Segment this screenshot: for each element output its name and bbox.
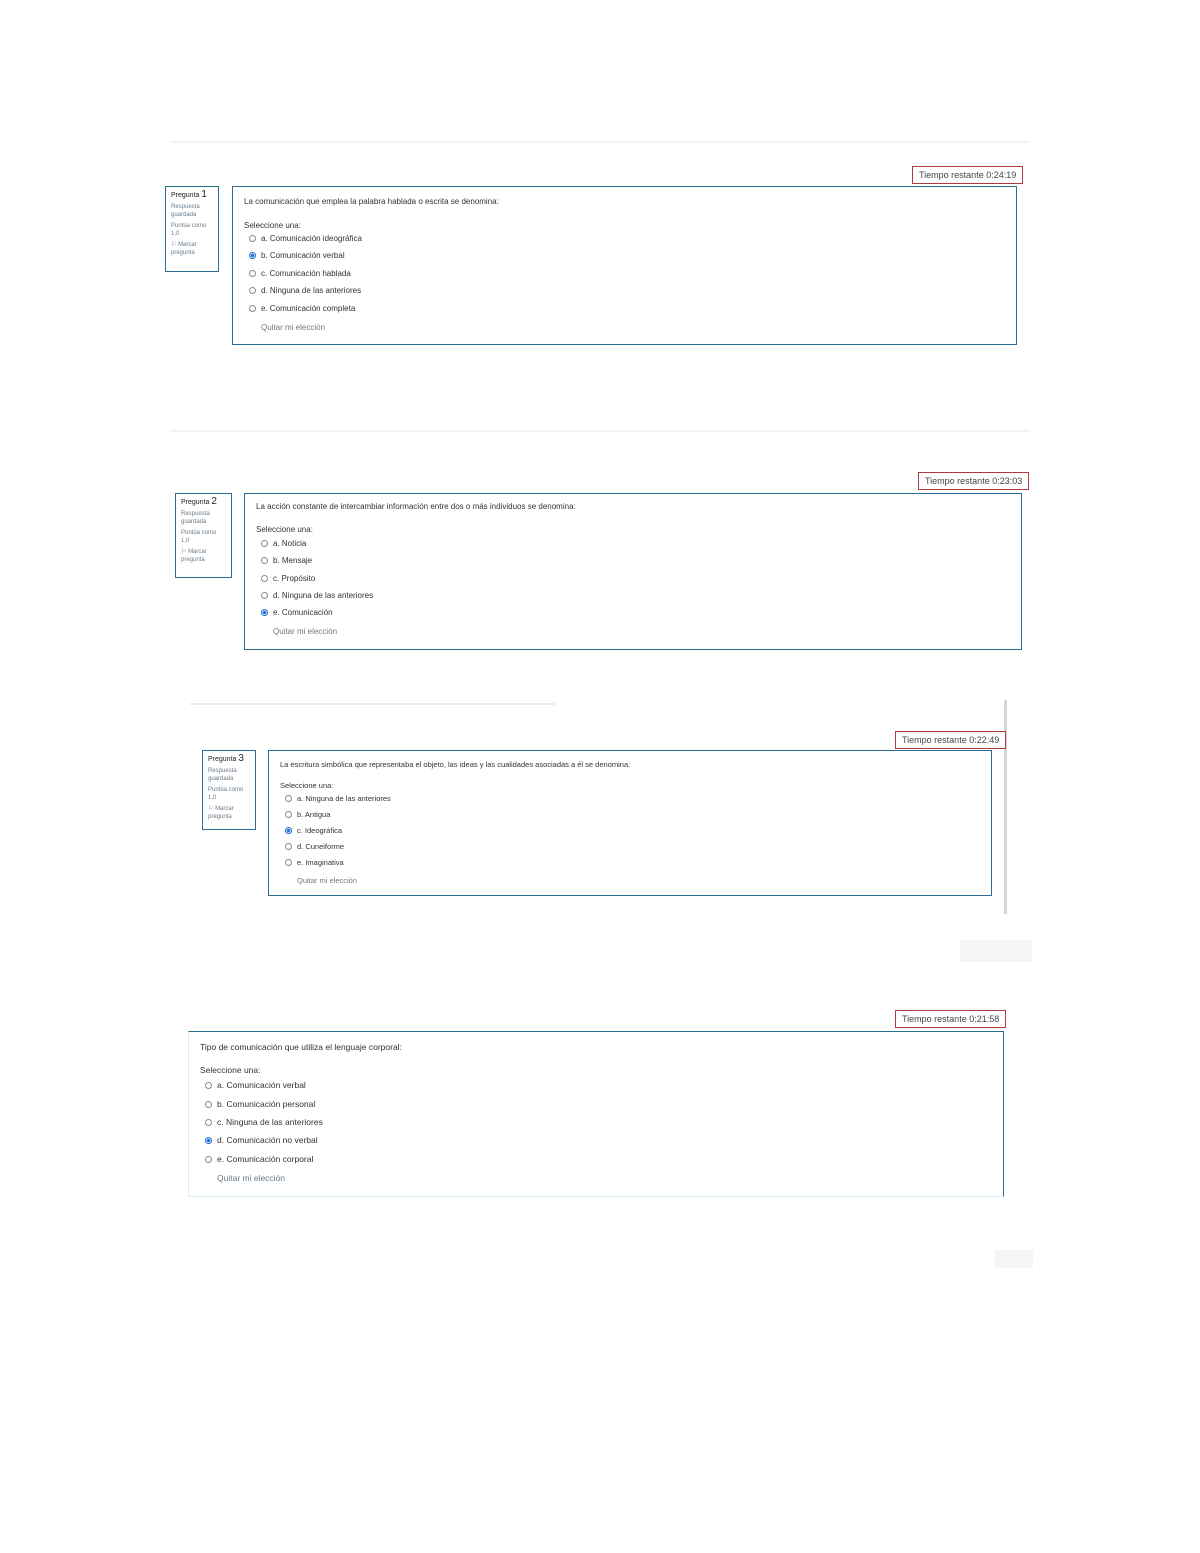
answer-option-e[interactable]: e. Comunicación <box>261 608 333 617</box>
question-info: Pregunta 1 Respuesta guardada Puntúa com… <box>165 186 219 272</box>
question-box: La comunicación que emplea la palabra ha… <box>232 186 1017 345</box>
answer-option-d[interactable]: d. Comunicación no verbal <box>205 1135 318 1145</box>
answer-option-a[interactable]: a. Ninguna de las anteriores <box>285 794 391 803</box>
question-text: La acción constante de intercambiar info… <box>256 502 576 511</box>
question-text: La comunicación que emplea la palabra ha… <box>244 197 499 206</box>
radio-button[interactable] <box>205 1118 212 1126</box>
radio-button[interactable] <box>249 305 256 312</box>
radio-button[interactable] <box>249 270 256 277</box>
question-points: Puntúa como 1,0 <box>171 223 207 237</box>
background-button-ghost <box>995 1250 1033 1268</box>
radio-button[interactable] <box>261 575 268 582</box>
clear-choice-link[interactable]: Quitar mi elección <box>217 1173 285 1183</box>
answer-option-d[interactable]: d. Cuneiforme <box>285 842 344 851</box>
answer-option-a[interactable]: a. Noticia <box>261 539 306 548</box>
answer-option-d[interactable]: d. Ninguna de las anteriores <box>261 591 373 600</box>
radio-button[interactable] <box>205 1100 212 1108</box>
answer-option-c[interactable]: c. Ideográfica <box>285 826 342 835</box>
clear-choice-link[interactable]: Quitar mi elección <box>273 627 337 636</box>
question-points: Puntúa como 1,0 <box>181 530 217 544</box>
timer-badge: Tiempo restante 0:22:49 <box>895 731 1007 749</box>
radio-button[interactable] <box>261 557 268 564</box>
radio-button[interactable] <box>285 795 292 802</box>
answer-option-b[interactable]: b. Antigua <box>285 810 330 819</box>
flag-question-link[interactable]: ⚐ Marcar pregunta <box>208 805 250 821</box>
question-status: Respuesta guardada <box>181 511 210 525</box>
question-points: Puntúa como 1,0 <box>208 787 244 801</box>
radio-button[interactable] <box>285 811 292 818</box>
answer-option-c[interactable]: c. Ninguna de las anteriores <box>205 1117 323 1127</box>
answer-option-c[interactable]: c. Propósito <box>261 574 315 583</box>
flag-question-link[interactable]: ⚐ Marcar pregunta <box>181 548 226 564</box>
radio-button[interactable] <box>285 859 292 866</box>
radio-button[interactable] <box>205 1081 212 1089</box>
answer-option-a[interactable]: a. Comunicación ideográfica <box>249 234 362 243</box>
question-box: La escritura simbólica que representaba … <box>268 750 992 896</box>
background-divider <box>190 703 555 705</box>
select-prompt: Seleccione una: <box>280 781 334 790</box>
flag-question-link[interactable]: ⚐ Marcar pregunta <box>171 241 213 257</box>
radio-button[interactable] <box>249 252 256 259</box>
clear-choice-link[interactable]: Quitar mi elección <box>261 323 325 332</box>
flag-icon: ⚐ <box>208 806 214 812</box>
question-number: Pregunta 3 <box>208 753 244 764</box>
answer-option-b[interactable]: b. Comunicación personal <box>205 1099 315 1109</box>
question-status: Respuesta guardada <box>208 768 237 782</box>
question-status: Respuesta guardada <box>171 204 200 218</box>
question-info: Pregunta 2 Respuesta guardada Puntúa com… <box>175 493 232 578</box>
answer-option-d[interactable]: d. Ninguna de las anteriores <box>249 286 361 295</box>
radio-button[interactable] <box>205 1155 212 1163</box>
radio-button[interactable] <box>261 592 268 599</box>
clear-choice-link[interactable]: Quitar mi elección <box>297 876 357 885</box>
answer-option-e[interactable]: e. Comunicación completa <box>249 304 355 313</box>
radio-button[interactable] <box>205 1136 212 1144</box>
answer-option-e[interactable]: e. Comunicación corporal <box>205 1154 313 1164</box>
timer-badge: Tiempo restante 0:21:58 <box>895 1010 1007 1028</box>
question-number: Pregunta 2 <box>181 496 217 507</box>
select-prompt: Seleccione una: <box>200 1065 261 1075</box>
answer-option-a[interactable]: a. Comunicación verbal <box>205 1080 306 1090</box>
select-prompt: Seleccione una: <box>244 221 301 230</box>
radio-button[interactable] <box>249 287 256 294</box>
select-prompt: Seleccione una: <box>256 525 313 534</box>
question-text: La escritura simbólica que representaba … <box>280 760 631 769</box>
timer-badge: Tiempo restante 0:24:19 <box>912 166 1024 184</box>
radio-button[interactable] <box>285 843 292 850</box>
question-box: La acción constante de intercambiar info… <box>244 493 1022 650</box>
answer-option-c[interactable]: c. Comunicación hablada <box>249 269 351 278</box>
timer-badge: Tiempo restante 0:23:03 <box>918 472 1030 490</box>
answer-option-b[interactable]: b. Comunicación verbal <box>249 251 345 260</box>
question-info: Pregunta 3 Respuesta guardada Puntúa com… <box>202 750 256 830</box>
radio-button[interactable] <box>249 235 256 242</box>
background-button-ghost <box>960 940 1032 962</box>
flag-icon: ⚐ <box>171 242 177 248</box>
flag-icon: ⚐ <box>181 549 187 555</box>
question-text: Tipo de comunicación que utiliza el leng… <box>200 1042 402 1052</box>
background-divider <box>170 430 1030 432</box>
radio-button[interactable] <box>261 609 268 616</box>
question-number: Pregunta 1 <box>171 189 207 200</box>
question-box: Tipo de comunicación que utiliza el leng… <box>188 1031 1004 1197</box>
radio-button[interactable] <box>261 540 268 547</box>
answer-option-e[interactable]: e. Imaginativa <box>285 858 344 867</box>
radio-button[interactable] <box>285 827 292 834</box>
background-divider <box>170 141 1030 143</box>
answer-option-b[interactable]: b. Mensaje <box>261 556 312 565</box>
